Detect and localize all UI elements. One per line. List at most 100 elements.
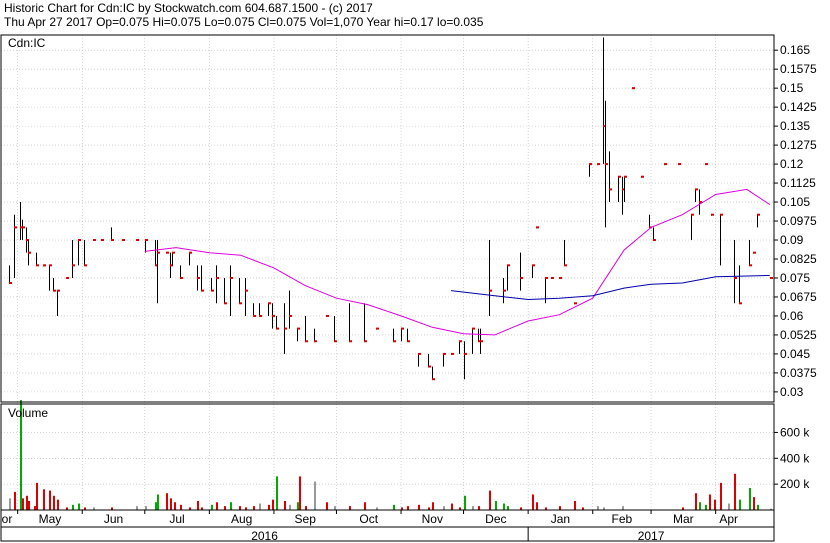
volume-bar <box>78 503 80 510</box>
close-tick <box>22 226 25 229</box>
volume-bar <box>418 504 420 510</box>
month-label: Nov <box>422 512 443 526</box>
close-tick <box>459 340 462 343</box>
price-tick-label: 0.0525 <box>780 328 817 342</box>
close-tick <box>624 175 627 178</box>
volume-bar <box>170 498 172 510</box>
close-tick <box>507 264 510 267</box>
month-label: Mar <box>673 512 694 526</box>
volume-bar <box>145 506 147 510</box>
close-tick <box>216 276 219 279</box>
volume-bar <box>155 502 157 510</box>
volume-bar <box>472 506 474 510</box>
close-tick <box>551 276 554 279</box>
volume-bar <box>714 499 716 510</box>
volume-bar <box>478 506 480 510</box>
price-tick-label: 0.06 <box>780 309 804 323</box>
close-tick <box>289 314 292 317</box>
month-label: Sep <box>295 512 317 526</box>
close-tick <box>678 163 681 166</box>
volume-bar <box>407 506 409 510</box>
header-title: Historic Chart for Cdn:IC by Stockwatch.… <box>4 1 373 15</box>
volume-bar <box>757 504 759 510</box>
volume-bar <box>57 499 59 510</box>
volume-bar <box>393 504 395 510</box>
close-tick <box>211 289 214 292</box>
month-label: Apr <box>719 512 738 526</box>
volume-bar <box>720 482 722 510</box>
volume-bar <box>622 506 624 510</box>
close-tick <box>632 87 635 90</box>
close-tick <box>691 213 694 216</box>
volume-bar <box>224 506 226 510</box>
close-tick <box>536 226 539 229</box>
price-tick-label: 0.045 <box>780 347 810 361</box>
close-tick <box>589 163 592 166</box>
volume-tick-label: 400 k <box>780 451 810 465</box>
close-tick <box>314 340 317 343</box>
header-quote: Thu Apr 27 2017 Op=0.075 Hi=0.075 Lo=0.0… <box>4 15 484 29</box>
volume-bar <box>709 494 711 510</box>
volume-bar <box>253 506 255 510</box>
month-label: May <box>39 512 62 526</box>
volume-bar <box>284 500 286 510</box>
close-tick <box>57 289 60 292</box>
month-label: Jul <box>169 512 184 526</box>
volume-bar <box>699 502 701 510</box>
close-tick <box>157 251 160 254</box>
volume-bar <box>597 506 599 510</box>
month-label: Oct <box>359 512 378 526</box>
volume-bar <box>574 500 576 510</box>
close-tick <box>268 302 271 305</box>
close-tick <box>284 327 287 330</box>
price-tick-label: 0.1275 <box>780 138 817 152</box>
close-tick <box>618 175 621 178</box>
close-tick <box>653 239 656 242</box>
volume-bar <box>451 503 453 510</box>
price-tick-label: 0.0825 <box>780 252 817 266</box>
volume-bar <box>180 504 182 510</box>
volume-bar <box>559 506 561 510</box>
close-tick <box>407 340 410 343</box>
volume-bar <box>157 494 159 510</box>
price-tick-label: 0.075 <box>780 271 810 285</box>
close-tick <box>93 239 96 242</box>
chart-svg: Historic Chart for Cdn:IC by Stockwatch.… <box>0 0 830 543</box>
close-tick <box>532 264 535 267</box>
price-tick-label: 0.135 <box>780 119 810 133</box>
volume-bar <box>276 476 278 510</box>
close-tick <box>464 352 467 355</box>
volume-bar <box>239 506 241 510</box>
chart-background <box>0 0 830 543</box>
volume-label: Volume <box>8 406 48 420</box>
volume-bar <box>136 506 138 510</box>
close-tick <box>428 365 431 368</box>
price-tick-label: 0.12 <box>780 157 804 171</box>
price-tick-label: 0.165 <box>780 43 810 57</box>
price-tick-label: 0.03 <box>780 385 804 399</box>
price-tick-label: 0.0675 <box>780 290 817 304</box>
close-tick <box>276 327 279 330</box>
volume-bar <box>443 506 445 510</box>
volume-bar <box>314 481 316 510</box>
close-tick <box>734 276 737 279</box>
volume-bar <box>489 490 491 510</box>
month-label: Dec <box>485 512 506 526</box>
month-label: Feb <box>612 512 633 526</box>
year-label: 2016 <box>251 529 278 543</box>
close-tick <box>564 264 567 267</box>
close-tick <box>364 340 367 343</box>
volume-bar <box>753 497 755 510</box>
volume-bar <box>536 502 538 510</box>
stock-chart: Historic Chart for Cdn:IC by Stockwatch.… <box>0 0 830 543</box>
close-tick <box>166 251 169 254</box>
close-tick <box>641 175 644 178</box>
close-tick <box>443 352 446 355</box>
close-tick <box>66 276 69 279</box>
close-tick <box>753 251 756 254</box>
volume-bar <box>464 495 466 510</box>
volume-bar <box>211 504 213 510</box>
volume-bar <box>503 503 505 510</box>
volume-bar <box>297 502 299 510</box>
price-tick-label: 0.09 <box>780 233 804 247</box>
